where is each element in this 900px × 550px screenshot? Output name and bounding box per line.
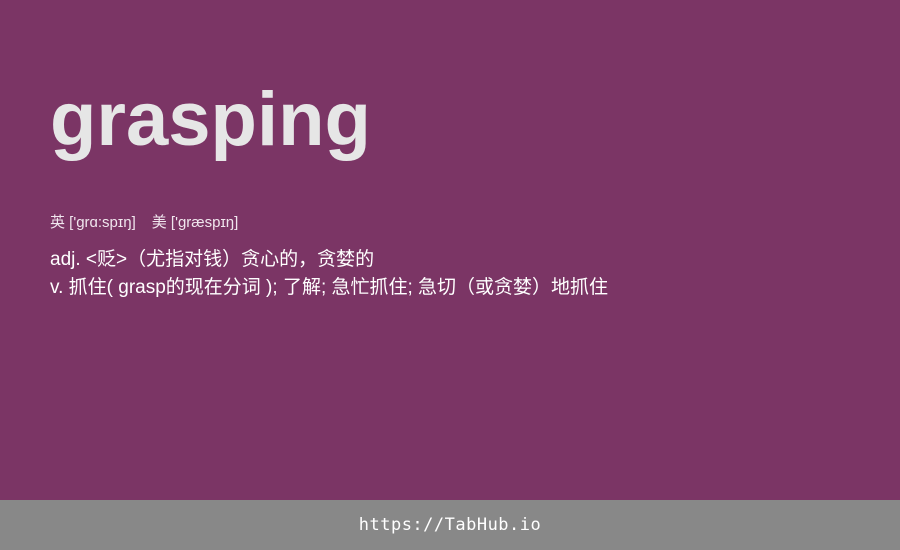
- phonetic-uk: 英 ['grɑ:spɪŋ]: [50, 214, 136, 231]
- headword: grasping: [50, 77, 371, 162]
- dictionary-card: grasping 英 ['grɑ:spɪŋ] 美 ['græspɪŋ] adj. …: [0, 0, 900, 550]
- footer-bar: https://TabHub.io: [0, 500, 900, 550]
- definition-verb: v. 抓住( grasp的现在分词 ); 了解; 急忙抓住; 急切（或贪婪）地抓…: [50, 277, 609, 298]
- phonetics-row: 英 ['grɑ:spɪŋ] 美 ['græspɪŋ]: [50, 213, 238, 233]
- tabhub-link[interactable]: https://TabHub.io: [359, 515, 542, 535]
- phonetic-us: 美 ['græspɪŋ]: [151, 214, 239, 231]
- definition-adj: adj. <贬>（尤指对钱）贪心的，贪婪的: [50, 249, 375, 270]
- definitions-list: adj. <贬>（尤指对钱）贪心的，贪婪的 v. 抓住( grasp的现在分词 …: [50, 246, 608, 302]
